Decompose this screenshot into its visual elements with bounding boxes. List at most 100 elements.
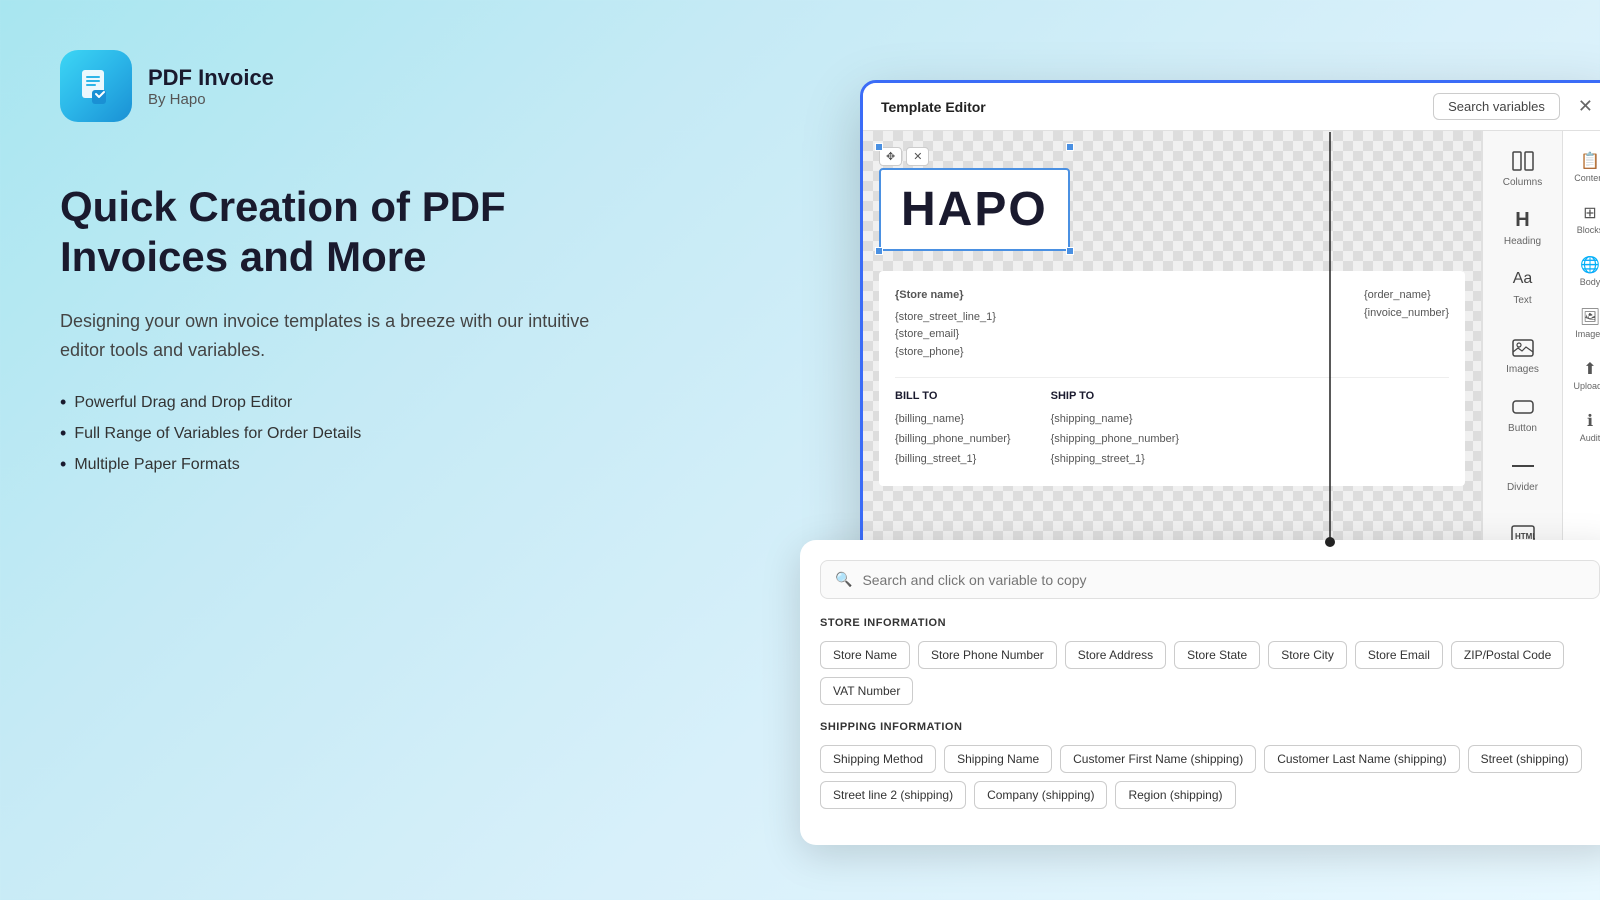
columns-icon: [1507, 147, 1539, 175]
street-var: {store_street_line_1}: [895, 309, 996, 327]
var-store-address[interactable]: Store Address: [1065, 641, 1166, 669]
shipping-street: {shipping_street_1}: [1051, 450, 1179, 470]
ship-to-col: SHIP TO {shipping_name} {shipping_phone_…: [1051, 390, 1179, 469]
bullet-item-1: Powerful Drag and Drop Editor: [60, 392, 620, 413]
store-tags: Store Name Store Phone Number Store Addr…: [820, 641, 1600, 705]
var-store-state[interactable]: Store State: [1174, 641, 1260, 669]
resize-bl[interactable]: [875, 247, 883, 255]
divider-label: Divider: [1507, 482, 1538, 493]
resize-tl[interactable]: [875, 143, 883, 151]
app-name: PDF Invoice: [148, 65, 274, 91]
billing-name: {billing_name}: [895, 410, 1011, 430]
text-label: Text: [1513, 295, 1531, 306]
app-icon: [60, 50, 132, 122]
uploads-icon-item[interactable]: ⬆ Uploads: [1566, 351, 1600, 399]
var-customer-first-name[interactable]: Customer First Name (shipping): [1060, 745, 1256, 773]
logo-block-container: ✥ ✕ HAPO: [879, 147, 1070, 251]
heading-icon: H: [1507, 206, 1539, 234]
editor-sidebar: Columns H Heading Aa Text: [1482, 131, 1562, 575]
divider-icon: [1507, 452, 1539, 480]
var-store-phone[interactable]: Store Phone Number: [918, 641, 1057, 669]
editor-header: Template Editor Search variables ✕: [863, 83, 1600, 131]
main-heading: Quick Creation of PDF Invoices and More: [60, 182, 620, 283]
shipping-info-section: SHIPPING INFORMATION Shipping Method Shi…: [820, 721, 1600, 809]
body-icon-item[interactable]: 🌐 Body: [1566, 247, 1600, 295]
var-street-line2-shipping[interactable]: Street line 2 (shipping): [820, 781, 966, 809]
images-right-icon-item[interactable]: 🖼 Images: [1566, 299, 1600, 347]
columns-label: Columns: [1503, 177, 1542, 188]
right-panel-icons: 📋 Content ⊞ Blocks 🌐 Body 🖼 Images ⬆: [1562, 131, 1600, 575]
shipping-tags: Shipping Method Shipping Name Customer F…: [820, 745, 1600, 809]
shipping-info-title: SHIPPING INFORMATION: [820, 721, 1600, 733]
var-search-input[interactable]: [862, 572, 1585, 588]
heading-label: Heading: [1504, 236, 1541, 247]
store-info-title: STORE INFORMATION: [820, 617, 1600, 629]
resize-br[interactable]: [1066, 247, 1074, 255]
var-street-shipping[interactable]: Street (shipping): [1468, 745, 1582, 773]
sidebar-heading[interactable]: H Heading: [1488, 198, 1558, 255]
phone-var: {store_phone}: [895, 344, 996, 362]
content-label: Content: [1574, 173, 1600, 183]
var-store-city[interactable]: Store City: [1268, 641, 1347, 669]
uploads-label: Uploads: [1573, 381, 1600, 391]
audit-icon: ℹ: [1587, 411, 1593, 431]
editor-canvas[interactable]: ✥ ✕ HAPO {Store name} {store_street_line…: [863, 131, 1481, 575]
logo-text: HAPO: [901, 182, 1048, 237]
sidebar-button[interactable]: Button: [1488, 385, 1558, 442]
var-search-bar[interactable]: 🔍: [820, 560, 1600, 599]
email-var: {store_email}: [895, 326, 996, 344]
app-by: By Hapo: [148, 91, 274, 108]
var-search-icon: 🔍: [835, 571, 852, 588]
blocks-icon-item[interactable]: ⊞ Blocks: [1566, 195, 1600, 243]
blocks-icon: ⊞: [1583, 203, 1596, 223]
editor-close-button[interactable]: ✕: [1572, 94, 1599, 119]
delete-tool[interactable]: ✕: [906, 147, 929, 166]
invoice-number-var: {invoice_number}: [1364, 305, 1449, 323]
resize-tr[interactable]: [1066, 143, 1074, 151]
audit-icon-item[interactable]: ℹ Audit: [1566, 403, 1600, 451]
var-store-email[interactable]: Store Email: [1355, 641, 1443, 669]
invoice-content: {Store name} {store_street_line_1} {stor…: [879, 271, 1465, 486]
store-info-section: STORE INFORMATION Store Name Store Phone…: [820, 617, 1600, 705]
sidebar-divider[interactable]: Divider: [1488, 444, 1558, 501]
bullet-item-2: Full Range of Variables for Order Detail…: [60, 423, 620, 444]
billing-phone: {billing_phone_number}: [895, 430, 1011, 450]
var-shipping-method[interactable]: Shipping Method: [820, 745, 936, 773]
var-zip-code[interactable]: ZIP/Postal Code: [1451, 641, 1564, 669]
blocks-label: Blocks: [1577, 225, 1600, 235]
sidebar-columns[interactable]: Columns: [1488, 139, 1558, 196]
body-icon: 🌐: [1580, 255, 1600, 275]
body-label: Body: [1580, 277, 1600, 287]
uploads-icon: ⬆: [1583, 359, 1596, 379]
order-name-var: {order_name}: [1364, 287, 1449, 305]
var-region-shipping[interactable]: Region (shipping): [1115, 781, 1235, 809]
store-details: {Store name} {store_street_line_1} {stor…: [895, 287, 996, 361]
sub-text: Designing your own invoice templates is …: [60, 307, 620, 365]
search-variables-label: Search variables: [1448, 99, 1545, 114]
template-editor: Template Editor Search variables ✕ ✥ ✕ H…: [860, 80, 1600, 580]
billing-street: {billing_street_1}: [895, 450, 1011, 470]
bullet-list: Powerful Drag and Drop Editor Full Range…: [60, 392, 620, 475]
editor-body: ✥ ✕ HAPO {Store name} {store_street_line…: [863, 131, 1600, 575]
app-title-group: PDF Invoice By Hapo: [148, 65, 274, 108]
var-customer-last-name[interactable]: Customer Last Name (shipping): [1264, 745, 1459, 773]
app-header: PDF Invoice By Hapo: [60, 50, 620, 122]
sidebar-images[interactable]: Images: [1488, 326, 1558, 383]
order-info: {order_name} {invoice_number}: [1364, 287, 1449, 361]
left-panel: PDF Invoice By Hapo Quick Creation of PD…: [60, 50, 620, 475]
var-vat-number[interactable]: VAT Number: [820, 677, 913, 705]
var-company-shipping[interactable]: Company (shipping): [974, 781, 1107, 809]
content-icon-item[interactable]: 📋 Content: [1566, 143, 1600, 191]
address-section: BILL TO {billing_name} {billing_phone_nu…: [895, 377, 1449, 469]
content-icon: 📋: [1580, 151, 1600, 171]
sidebar-text[interactable]: Aa Text: [1488, 257, 1558, 314]
var-store-name[interactable]: Store Name: [820, 641, 910, 669]
images-right-icon: 🖼: [1580, 307, 1600, 327]
images-right-label: Images: [1575, 329, 1600, 339]
search-variables-button[interactable]: Search variables: [1433, 93, 1560, 120]
var-shipping-name[interactable]: Shipping Name: [944, 745, 1052, 773]
images-label: Images: [1506, 364, 1539, 375]
bill-to-heading: BILL TO: [895, 390, 1011, 402]
shipping-phone: {shipping_phone_number}: [1051, 430, 1179, 450]
text-icon: Aa: [1507, 265, 1539, 293]
